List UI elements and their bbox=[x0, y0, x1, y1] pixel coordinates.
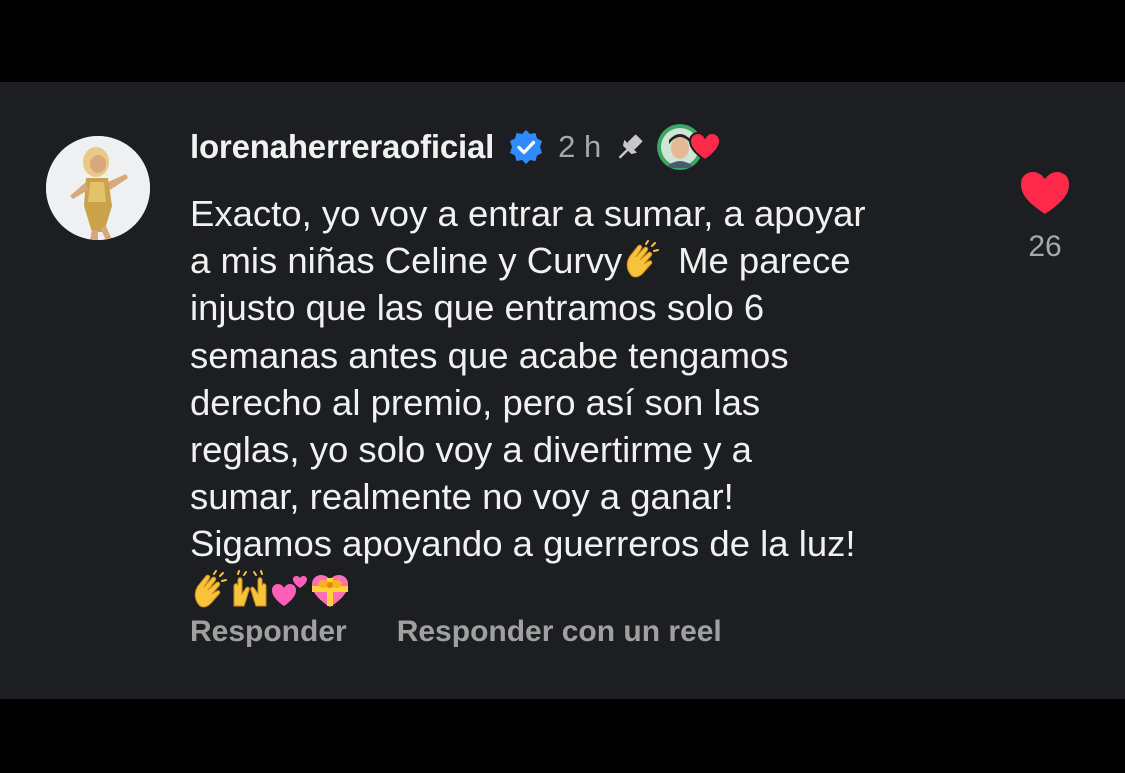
comment-line: semanas antes que acabe tengamos bbox=[190, 334, 789, 376]
avatar[interactable] bbox=[46, 136, 150, 240]
heart-with-ribbon-emoji bbox=[310, 570, 350, 610]
emoji-line bbox=[190, 568, 980, 615]
raising-hands-emoji bbox=[230, 569, 270, 610]
comment-line: reglas, yo solo voy a divertirme y a bbox=[190, 428, 752, 470]
pin-icon bbox=[613, 130, 647, 164]
comment-line: sumar, realmente no voy a ganar! bbox=[190, 476, 734, 518]
comment-text: Exacto, yo voy a entrar a sumar, a apoya… bbox=[190, 190, 980, 615]
comment-segment: a mis niñas Celine y Curvy bbox=[190, 240, 623, 282]
verified-badge-icon bbox=[508, 129, 544, 165]
creator-liked-indicator bbox=[657, 124, 722, 170]
reply-button[interactable]: Responder bbox=[190, 615, 347, 649]
comment-line: a mis niñas Celine y Curvy Me parece bbox=[190, 237, 980, 284]
comment-line: injusto que las que entramos solo 6 bbox=[190, 287, 765, 329]
comment-segment: Me parece bbox=[678, 240, 851, 282]
comment-actions: Responder Responder con un reel bbox=[190, 615, 722, 649]
comment-header: lorenaherreraoficial 2 h bbox=[190, 124, 722, 170]
clapping-hands-emoji bbox=[622, 239, 662, 280]
comment-line: Sigamos apoyando a guerreros de la luz! bbox=[190, 523, 856, 565]
comment-line: Exacto, yo voy a entrar a sumar, a apoya… bbox=[190, 193, 866, 234]
two-hearts-emoji bbox=[270, 570, 310, 610]
comment-panel: lorenaherreraoficial 2 h Exacto, yo voy … bbox=[0, 82, 1125, 699]
clapping-hands-emoji bbox=[190, 569, 230, 610]
comment-line: derecho al premio, pero así son las bbox=[190, 381, 761, 423]
timestamp: 2 h bbox=[558, 129, 602, 164]
heart-icon bbox=[689, 131, 722, 162]
like-column: 26 bbox=[1012, 170, 1078, 264]
reply-with-reel-button[interactable]: Responder con un reel bbox=[397, 615, 722, 649]
like-count: 26 bbox=[1028, 230, 1062, 263]
username[interactable]: lorenaherreraoficial bbox=[190, 128, 494, 166]
heart-icon[interactable] bbox=[1019, 170, 1071, 216]
